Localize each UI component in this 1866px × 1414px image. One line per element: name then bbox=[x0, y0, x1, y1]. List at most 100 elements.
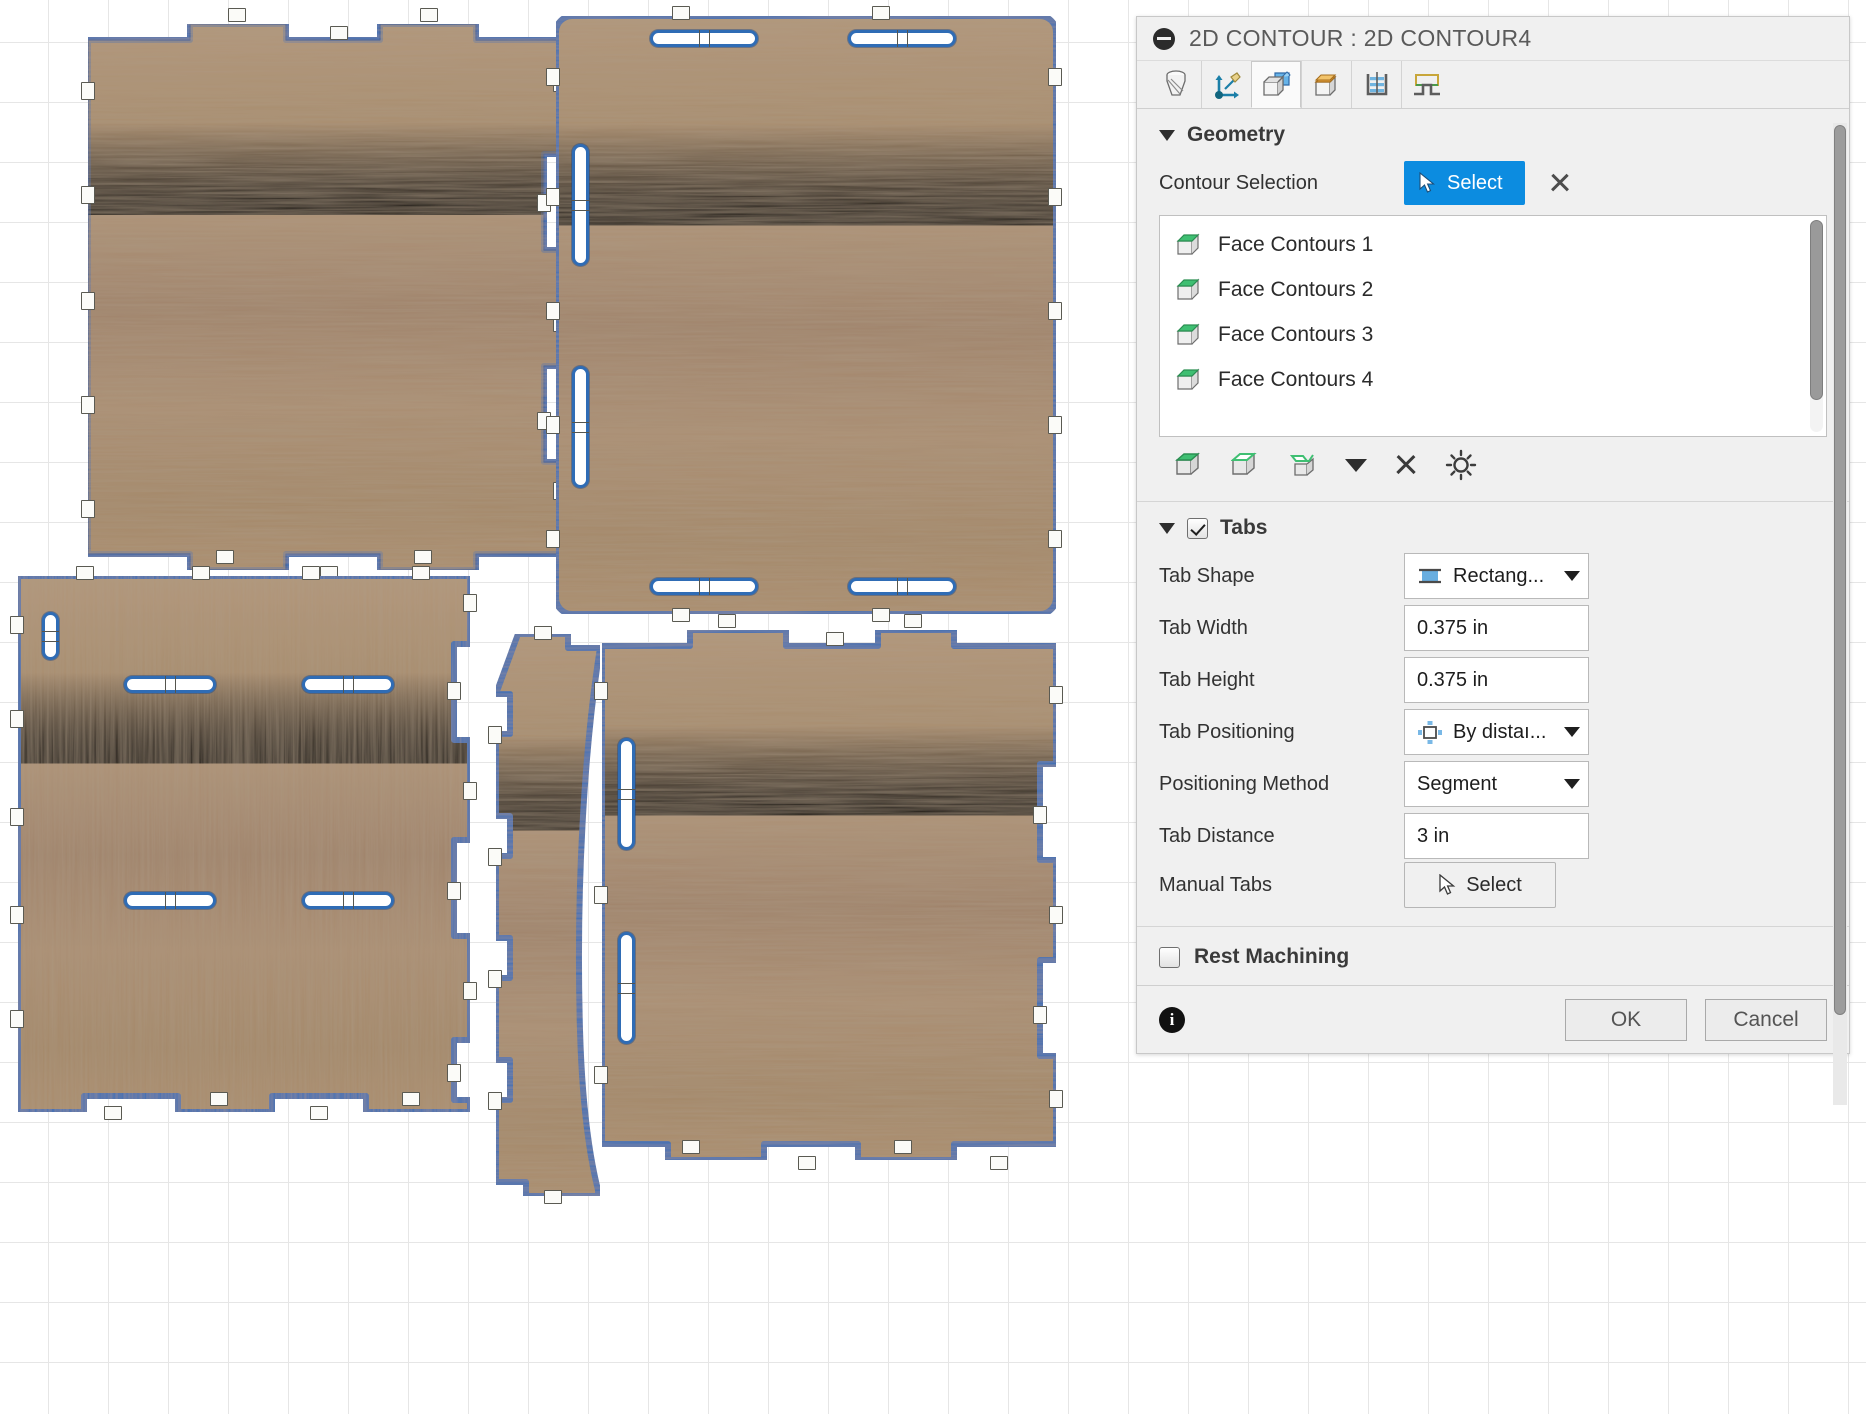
tab-width-label: Tab Width bbox=[1159, 616, 1248, 639]
tab-passes[interactable] bbox=[1351, 61, 1401, 108]
list-item[interactable]: Face Contours 1 bbox=[1160, 222, 1826, 267]
tab-marker bbox=[1048, 302, 1062, 320]
tab-linking[interactable] bbox=[1401, 61, 1451, 108]
tab-slot[interactable] bbox=[42, 612, 59, 660]
tab-setup[interactable] bbox=[1201, 61, 1251, 108]
panel-bottom-right[interactable] bbox=[594, 614, 1063, 1176]
tab-positioning-value: By distaı... bbox=[1453, 720, 1547, 743]
panel-scrollbar-thumb[interactable] bbox=[1834, 125, 1846, 1015]
ok-button[interactable]: OK bbox=[1565, 998, 1687, 1041]
cancel-button[interactable]: Cancel bbox=[1705, 998, 1827, 1041]
caret-down-icon[interactable] bbox=[1159, 522, 1175, 534]
tab-marker bbox=[414, 550, 432, 564]
tab-slot[interactable] bbox=[618, 738, 635, 850]
tab-marker bbox=[488, 848, 502, 866]
select-face-icon[interactable] bbox=[1175, 452, 1205, 478]
select-multiple-faces-icon[interactable] bbox=[1287, 452, 1319, 478]
contour-selection-list[interactable]: Face Contours 1 Face Contours 2 Face Con… bbox=[1159, 215, 1827, 437]
panel-top-left[interactable] bbox=[81, 8, 567, 580]
tab-distance-row: Tab Distance 3 in bbox=[1159, 810, 1827, 862]
contour-select-button[interactable]: Select bbox=[1404, 161, 1525, 205]
list-scrollbar-thumb[interactable] bbox=[1810, 220, 1823, 400]
tab-marker bbox=[1048, 530, 1062, 548]
panel-top-right[interactable] bbox=[546, 6, 1062, 622]
tab-slot[interactable] bbox=[848, 578, 956, 595]
geometry-heading: Geometry bbox=[1187, 123, 1286, 146]
operation-properties-panel[interactable]: 2D CONTOUR : 2D CONTOUR4 Geometry Contou… bbox=[1136, 16, 1850, 1105]
panel-scrollbar[interactable] bbox=[1833, 123, 1847, 1105]
tab-shape-combo[interactable]: Rectang... bbox=[1404, 553, 1589, 599]
tab-marker bbox=[81, 396, 95, 414]
tab-positioning-combo[interactable]: By distaı... bbox=[1404, 709, 1589, 755]
list-item[interactable]: Face Contours 2 bbox=[1160, 267, 1826, 312]
tab-marker bbox=[76, 566, 94, 580]
list-scrollbar[interactable] bbox=[1810, 220, 1823, 432]
tab-slot[interactable] bbox=[618, 932, 635, 1044]
tab-marker bbox=[546, 302, 560, 320]
list-item[interactable]: Face Contours 3 bbox=[1160, 312, 1826, 357]
rest-machining-row[interactable]: Rest Machining bbox=[1137, 927, 1849, 985]
tab-slot[interactable] bbox=[302, 676, 394, 693]
tab-slot[interactable] bbox=[848, 30, 956, 47]
tab-marker bbox=[546, 188, 560, 206]
dropdown-caret-icon[interactable] bbox=[1345, 458, 1367, 472]
tab-marker bbox=[990, 1156, 1008, 1170]
tab-shape-value: Rectang... bbox=[1453, 564, 1545, 587]
tab-marker bbox=[534, 626, 552, 640]
tab-height-label: Tab Height bbox=[1159, 668, 1255, 691]
tab-slot[interactable] bbox=[650, 578, 758, 595]
panel-curved-spine[interactable] bbox=[488, 626, 606, 1204]
tab-height-value: 0.375 in bbox=[1417, 668, 1489, 691]
tab-marker bbox=[1048, 68, 1062, 86]
tab-slot[interactable] bbox=[572, 144, 589, 266]
tab-slot[interactable] bbox=[302, 892, 394, 909]
tab-marker bbox=[10, 616, 24, 634]
chevron-down-icon[interactable] bbox=[1564, 571, 1580, 581]
tab-marker bbox=[81, 292, 95, 310]
chevron-down-icon[interactable] bbox=[1564, 727, 1580, 737]
tab-distance-input[interactable]: 3 in bbox=[1404, 813, 1589, 859]
panel-tab-strip[interactable] bbox=[1137, 61, 1849, 109]
tab-tool[interactable] bbox=[1151, 61, 1201, 108]
tabs-enabled-checkbox[interactable] bbox=[1187, 517, 1208, 539]
tab-slot[interactable] bbox=[124, 892, 216, 909]
heights-box-icon bbox=[1313, 73, 1337, 96]
contour-selection-row: Contour Selection Select bbox=[1159, 157, 1827, 209]
tab-marker bbox=[10, 808, 24, 826]
tab-width-input[interactable]: 0.375 in bbox=[1404, 605, 1589, 651]
chevron-down-icon[interactable] bbox=[1564, 779, 1580, 789]
panel-bottom-left[interactable] bbox=[10, 566, 477, 1120]
cursor-arrow-icon bbox=[1419, 172, 1436, 193]
tab-distance-label: Tab Distance bbox=[1159, 824, 1275, 847]
tab-slot[interactable] bbox=[124, 676, 216, 693]
list-item[interactable]: Face Contours 4 bbox=[1160, 357, 1826, 402]
tab-geometry[interactable] bbox=[1251, 61, 1301, 108]
tab-heights[interactable] bbox=[1301, 61, 1351, 108]
info-icon[interactable]: i bbox=[1159, 1006, 1185, 1033]
tab-positioning-row: Tab Positioning By distaı... bbox=[1159, 706, 1827, 758]
delete-x-icon[interactable] bbox=[1393, 452, 1419, 478]
caret-down-icon[interactable] bbox=[1159, 129, 1175, 141]
tab-width-value: 0.375 in bbox=[1417, 616, 1489, 639]
settings-gear-icon[interactable] bbox=[1445, 449, 1477, 481]
tab-marker bbox=[488, 726, 502, 744]
contour-list-toolbar[interactable] bbox=[1159, 437, 1827, 497]
tab-slot[interactable] bbox=[572, 366, 589, 488]
tab-slot[interactable] bbox=[650, 30, 758, 47]
tab-marker bbox=[210, 1092, 228, 1106]
positioning-method-select[interactable]: Segment bbox=[1404, 761, 1589, 807]
collapse-minus-icon[interactable] bbox=[1153, 27, 1175, 50]
cursor-arrow-icon bbox=[1439, 874, 1456, 895]
tab-marker bbox=[546, 416, 560, 434]
tabs-section-header[interactable]: Tabs bbox=[1159, 502, 1827, 550]
geometry-section-header[interactable]: Geometry bbox=[1159, 109, 1827, 157]
manual-tabs-select-button[interactable]: Select bbox=[1404, 862, 1556, 908]
coordinate-axes-icon bbox=[1214, 71, 1241, 99]
tab-height-input[interactable]: 0.375 in bbox=[1404, 657, 1589, 703]
select-face-outline-icon[interactable] bbox=[1231, 452, 1261, 478]
tab-marker bbox=[104, 1106, 122, 1120]
positioning-method-row: Positioning Method Segment bbox=[1159, 758, 1827, 810]
tab-marker bbox=[81, 82, 95, 100]
rest-machining-checkbox[interactable] bbox=[1159, 946, 1180, 968]
clear-selection-x-icon[interactable] bbox=[1547, 170, 1573, 196]
